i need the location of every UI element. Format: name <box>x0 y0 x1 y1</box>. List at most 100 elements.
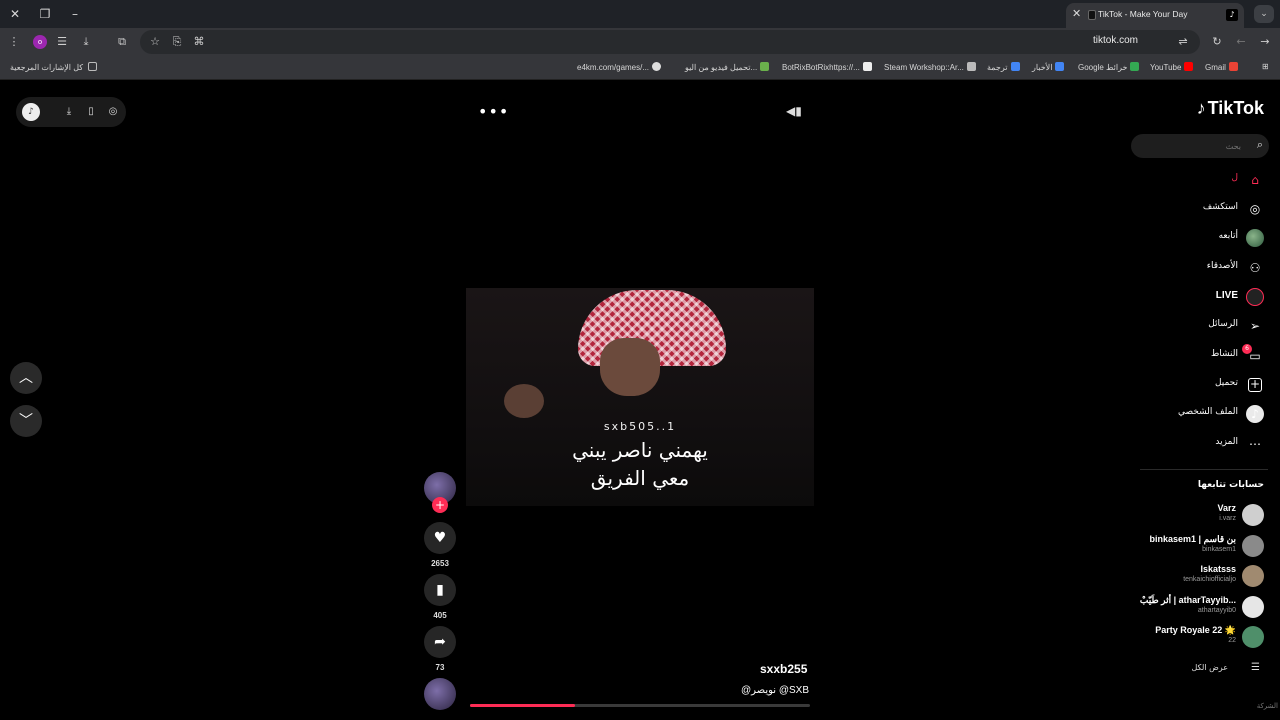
gmail-icon <box>1228 62 1238 71</box>
nav-upload[interactable]: + تحميل <box>1130 373 1280 397</box>
tab-close-icon[interactable]: ✕ <box>1072 7 1081 20</box>
bookmark-news[interactable]: الأخبار <box>1032 62 1065 72</box>
browser-menu-icon[interactable]: ⋮ <box>5 33 23 51</box>
account-avatar <box>1242 626 1264 648</box>
install-app-icon[interactable]: ⎘ <box>168 33 186 51</box>
account-handle: i.varz <box>1219 515 1236 522</box>
nav-explore[interactable]: ◎ استكشف <box>1130 197 1280 221</box>
video-more-options-icon[interactable]: ••• <box>478 102 509 121</box>
account-name: أثر طَيّبْ | atharTayyib... <box>1139 595 1236 605</box>
steam-icon <box>966 62 976 71</box>
tiktok-logo[interactable]: ♪ TikTok <box>1197 98 1264 119</box>
bookmark-label: ترجمة <box>987 63 1008 72</box>
footer-company-link[interactable]: الشركة <box>1257 702 1278 710</box>
address-bar[interactable]: ☆ ⎘ ⌘ tiktok.com ⇌ <box>140 30 1200 54</box>
downloads-icon[interactable]: ⤓ <box>77 33 95 51</box>
nav-messages[interactable]: ➢ الرسائل <box>1130 314 1280 338</box>
browser-tab[interactable]: ✕ TikTok - Make Your Day ♪ <box>1066 3 1244 28</box>
download-bookmark-icon <box>760 62 770 71</box>
compass-icon[interactable]: ◎ <box>106 105 120 119</box>
next-video-button[interactable]: ﹀ <box>10 405 42 437</box>
search-box[interactable]: ⌕ <box>1131 134 1269 158</box>
botrix-icon <box>862 62 872 71</box>
account-avatar <box>1242 504 1264 526</box>
following-account[interactable]: binkasem1 | بن قاسم binkasem1 <box>1130 531 1280 561</box>
download-video-icon[interactable]: ⤓ <box>62 105 76 119</box>
video-author[interactable]: sxxb255 <box>760 662 807 676</box>
mobile-icon[interactable]: ▯ <box>84 105 98 119</box>
nav-more[interactable]: ⋯ المزيد <box>1130 432 1280 456</box>
account-handle: athartayyib0 <box>1197 607 1236 614</box>
sound-disc-avatar[interactable] <box>424 678 456 710</box>
bookmark-maps[interactable]: Google خرائط <box>1078 62 1140 72</box>
previous-video-button[interactable]: ︿ <box>10 362 42 394</box>
bookmark-translate[interactable]: ترجمة <box>987 62 1020 72</box>
nav-label: الرسائل <box>1208 319 1238 329</box>
nav-label: الأصدقاء <box>1206 261 1238 271</box>
account-name: binkasem1 | بن قاسم <box>1149 534 1236 544</box>
all-bookmarks-link[interactable]: كل الإشارات المرجعية <box>10 62 98 72</box>
bookmark-icon: ▮ <box>436 582 444 598</box>
profile-avatar[interactable]: o <box>33 35 47 49</box>
nav-profile[interactable]: ♪ الملف الشخصي <box>1130 402 1280 426</box>
bookmark-e4km[interactable]: e4km.com/games/... <box>577 62 662 72</box>
nav-live[interactable]: LIVE <box>1130 285 1280 309</box>
tiktok-page: ♪ ⤓ ▯ ◎ ••• ◀▮ ︿ ﹀ sxb505..1 يهمني ناصر … <box>0 80 1280 720</box>
site-settings-icon[interactable]: ⇌ <box>1174 33 1192 51</box>
save-button[interactable]: ▮ <box>424 574 456 606</box>
nav-friends[interactable]: ⚇ الأصدقاء <box>1130 256 1280 280</box>
see-all-button[interactable]: ☰ عرض الكل <box>1114 660 1264 680</box>
video-progress-bar[interactable] <box>470 704 810 707</box>
search-input[interactable] <box>1141 138 1241 154</box>
forward-icon[interactable]: → <box>1256 33 1274 51</box>
share-count: 73 <box>435 663 445 672</box>
account-handle: tenkaichiofficialjo <box>1183 576 1236 583</box>
bookmark-steam[interactable]: Steam Workshop::Ar... <box>884 62 976 72</box>
window-minimize-icon[interactable]: – <box>66 5 84 23</box>
tab-search-button[interactable]: ⌄ <box>1254 5 1274 23</box>
reading-list-icon[interactable]: ☰ <box>53 33 71 51</box>
caption-line-1: يهمني ناصر يبني <box>572 438 708 462</box>
like-button[interactable]: ♥ <box>424 522 456 554</box>
volume-icon[interactable]: ◀▮ <box>786 104 802 118</box>
apps-grid-icon[interactable]: ⊞ <box>1262 62 1269 71</box>
bookmark-star-icon[interactable]: ☆ <box>146 33 164 51</box>
nav-activity[interactable]: ▭ 6 النشاط <box>1130 344 1280 368</box>
following-account[interactable]: أثر طَيّبْ | atharTayyib... athartayyib0 <box>1130 592 1280 622</box>
reload-icon[interactable]: ↻ <box>1208 33 1226 51</box>
friends-icon: ⚇ <box>1249 261 1261 275</box>
tiktok-circle-icon[interactable]: ♪ <box>22 103 40 121</box>
bookmark-youtube[interactable]: YouTube <box>1150 62 1194 72</box>
nav-home[interactable]: ⌂ ل <box>1130 168 1280 192</box>
window-restore-icon[interactable]: ❐ <box>36 5 54 23</box>
share-button[interactable]: ➦ <box>424 626 456 658</box>
account-avatar <box>1242 565 1264 587</box>
follow-plus-button[interactable]: + <box>432 497 448 513</box>
video-description[interactable]: @نويصر @SXB <box>741 685 809 696</box>
window-close-icon[interactable]: ✕ <box>6 5 24 23</box>
following-avatar-icon <box>1246 229 1264 247</box>
following-account[interactable]: Iskatsss tenkaichiofficialjo <box>1130 561 1280 591</box>
nav-label: ل <box>1231 173 1238 183</box>
bookmark-botrix[interactable]: BotRixBotRixhttps://... <box>782 62 872 72</box>
live-icon <box>1246 288 1264 306</box>
account-avatar <box>1242 535 1264 557</box>
bookmark-label: Gmail <box>1205 63 1226 72</box>
extensions-icon[interactable]: ⧉ <box>113 33 131 51</box>
folder-icon <box>88 62 98 71</box>
nav-following[interactable]: أتابعه <box>1130 226 1280 250</box>
account-name: Party Royale 22 🌟 <box>1155 625 1236 635</box>
translate-icon[interactable]: ⌘ <box>190 33 208 51</box>
logo-text: TikTok <box>1207 98 1264 118</box>
bookmark-label: Steam Workshop::Ar... <box>884 63 964 72</box>
nav-label: LIVE <box>1215 290 1238 301</box>
all-bookmarks-label: كل الإشارات المرجعية <box>10 63 84 72</box>
bookmark-gmail[interactable]: Gmail <box>1205 62 1238 72</box>
following-account[interactable]: Party Royale 22 🌟 22 <box>1130 622 1280 652</box>
bookmark-label: تحميل فيديو من اليو... <box>685 63 758 72</box>
bookmark-yt-download[interactable]: تحميل فيديو من اليو... <box>685 62 770 72</box>
back-icon[interactable]: ← <box>1232 33 1250 51</box>
video-player[interactable]: sxb505..1 يهمني ناصر يبني معي الفريق <box>466 288 814 506</box>
search-icon[interactable]: ⌕ <box>1257 138 1263 152</box>
following-account[interactable]: Varz i.varz <box>1130 500 1280 530</box>
